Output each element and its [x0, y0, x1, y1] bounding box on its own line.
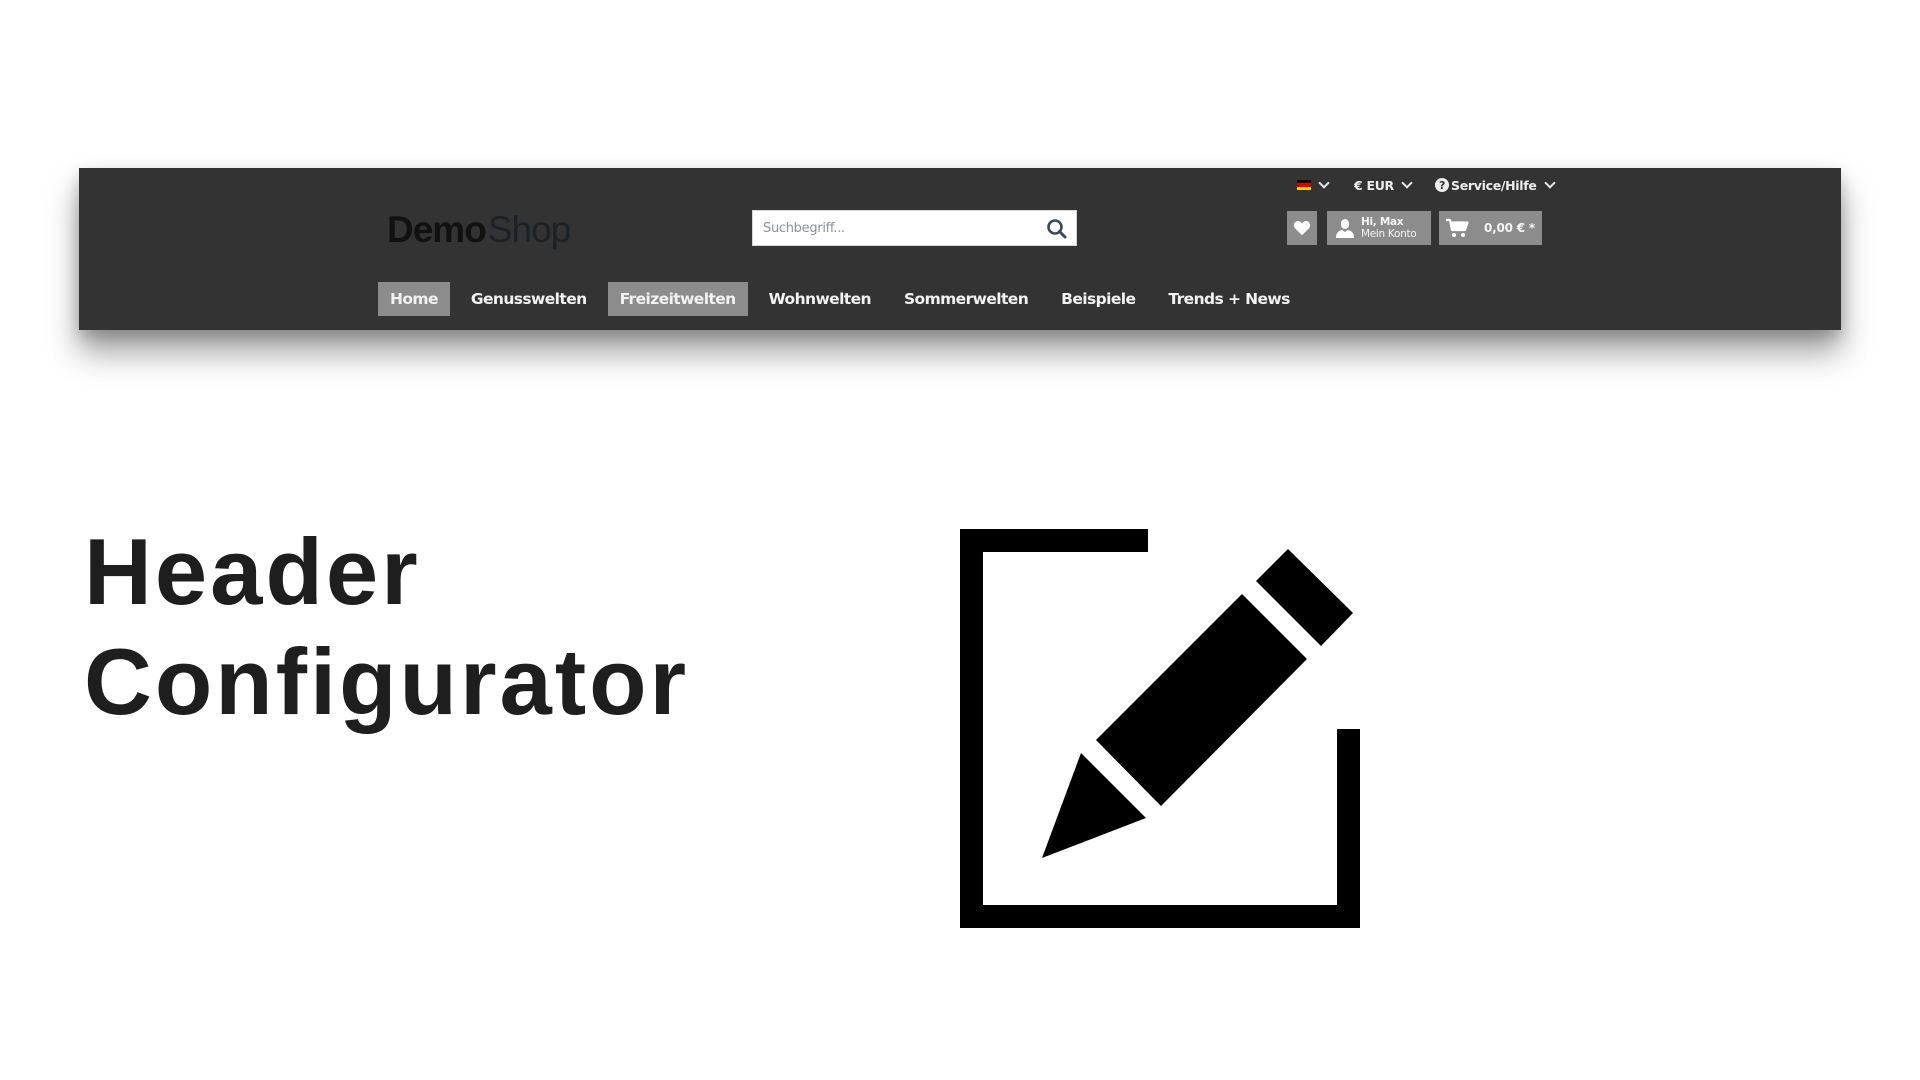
hero-title-line2: Configurator	[84, 629, 690, 734]
user-icon	[1336, 219, 1354, 238]
nav-item-sommerwelten[interactable]: Sommerwelten	[892, 282, 1040, 316]
search-icon	[1047, 219, 1067, 239]
nav-item-beispiele[interactable]: Beispiele	[1049, 282, 1147, 316]
logo-bold-text: Demo	[387, 209, 487, 250]
account-label: Mein Konto	[1361, 228, 1417, 240]
shop-logo[interactable]: Demo Shop	[387, 208, 571, 252]
shop-header-preview: € EUR ? Service/Hilfe Demo Shop Hi, Max	[79, 168, 1841, 330]
search-input[interactable]	[761, 219, 1035, 237]
account-greeting: Hi, Max	[1361, 216, 1404, 228]
nav-item-trends-news[interactable]: Trends + News	[1156, 282, 1301, 316]
hero-title-line1: Header	[84, 519, 421, 624]
cart-icon	[1446, 218, 1469, 237]
chevron-down-icon	[1401, 177, 1413, 189]
question-circle-icon: ?	[1435, 178, 1449, 192]
account-button[interactable]: Hi, Max Mein Konto	[1327, 211, 1431, 245]
main-navigation: Home Genusswelten Freizeitwelten Wohnwel…	[378, 282, 1302, 316]
nav-item-home[interactable]: Home	[378, 282, 450, 316]
language-switcher[interactable]	[1297, 174, 1330, 196]
hero-title: Header Configurator	[84, 517, 689, 737]
wishlist-button[interactable]	[1287, 211, 1317, 245]
cart-amount: 0,00 € *	[1484, 221, 1535, 235]
logo-light-text: Shop	[487, 209, 571, 250]
heart-icon	[1293, 221, 1311, 236]
german-flag-icon	[1297, 180, 1311, 190]
search-bar	[752, 210, 1077, 246]
account-text: Hi, Max Mein Konto	[1361, 216, 1417, 240]
cart-button[interactable]: 0,00 € *	[1439, 211, 1542, 245]
service-label: Service/Hilfe	[1451, 177, 1537, 193]
chevron-down-icon	[1543, 177, 1556, 189]
service-menu[interactable]: ? Service/Hilfe	[1435, 174, 1556, 196]
currency-label: € EUR	[1354, 177, 1394, 193]
edit-icon	[960, 529, 1360, 928]
currency-switcher[interactable]: € EUR	[1354, 174, 1413, 196]
nav-item-freizeitwelten[interactable]: Freizeitwelten	[607, 282, 748, 316]
chevron-down-icon	[1318, 177, 1330, 189]
edit-icon-pencil-body	[1096, 594, 1307, 806]
nav-item-genusswelten[interactable]: Genusswelten	[459, 282, 599, 316]
search-button[interactable]	[1044, 216, 1070, 242]
nav-item-wohnwelten[interactable]: Wohnwelten	[757, 282, 883, 316]
